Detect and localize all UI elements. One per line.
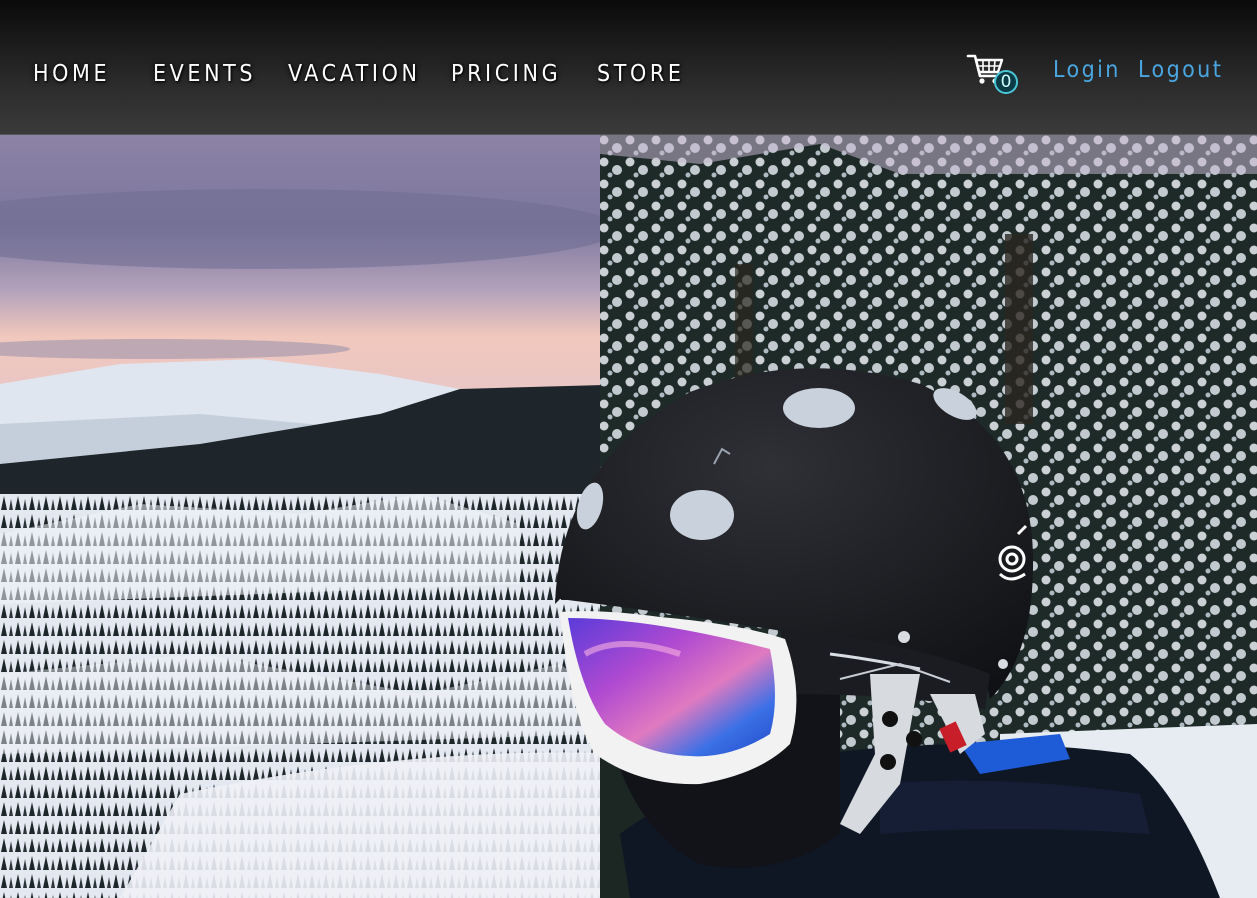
- cart-button[interactable]: 0: [966, 50, 1026, 98]
- login-link[interactable]: Login: [1053, 57, 1121, 83]
- hero-image: [0, 134, 1257, 898]
- logout-link[interactable]: Logout: [1138, 57, 1223, 83]
- nav-item-events[interactable]: EVENTS: [153, 61, 256, 87]
- cart-count-badge: 0: [994, 70, 1018, 94]
- hero-photo-snowboarder: [0, 134, 1257, 898]
- nav-item-pricing[interactable]: PRICING: [451, 61, 561, 87]
- nav-item-vacation[interactable]: VACATION: [288, 61, 421, 87]
- nav-item-home[interactable]: HOME: [33, 61, 110, 87]
- site-header: HOME EVENTS VACATION PRICING STORE 0 Log…: [0, 0, 1257, 135]
- nav-item-store[interactable]: STORE: [597, 61, 685, 87]
